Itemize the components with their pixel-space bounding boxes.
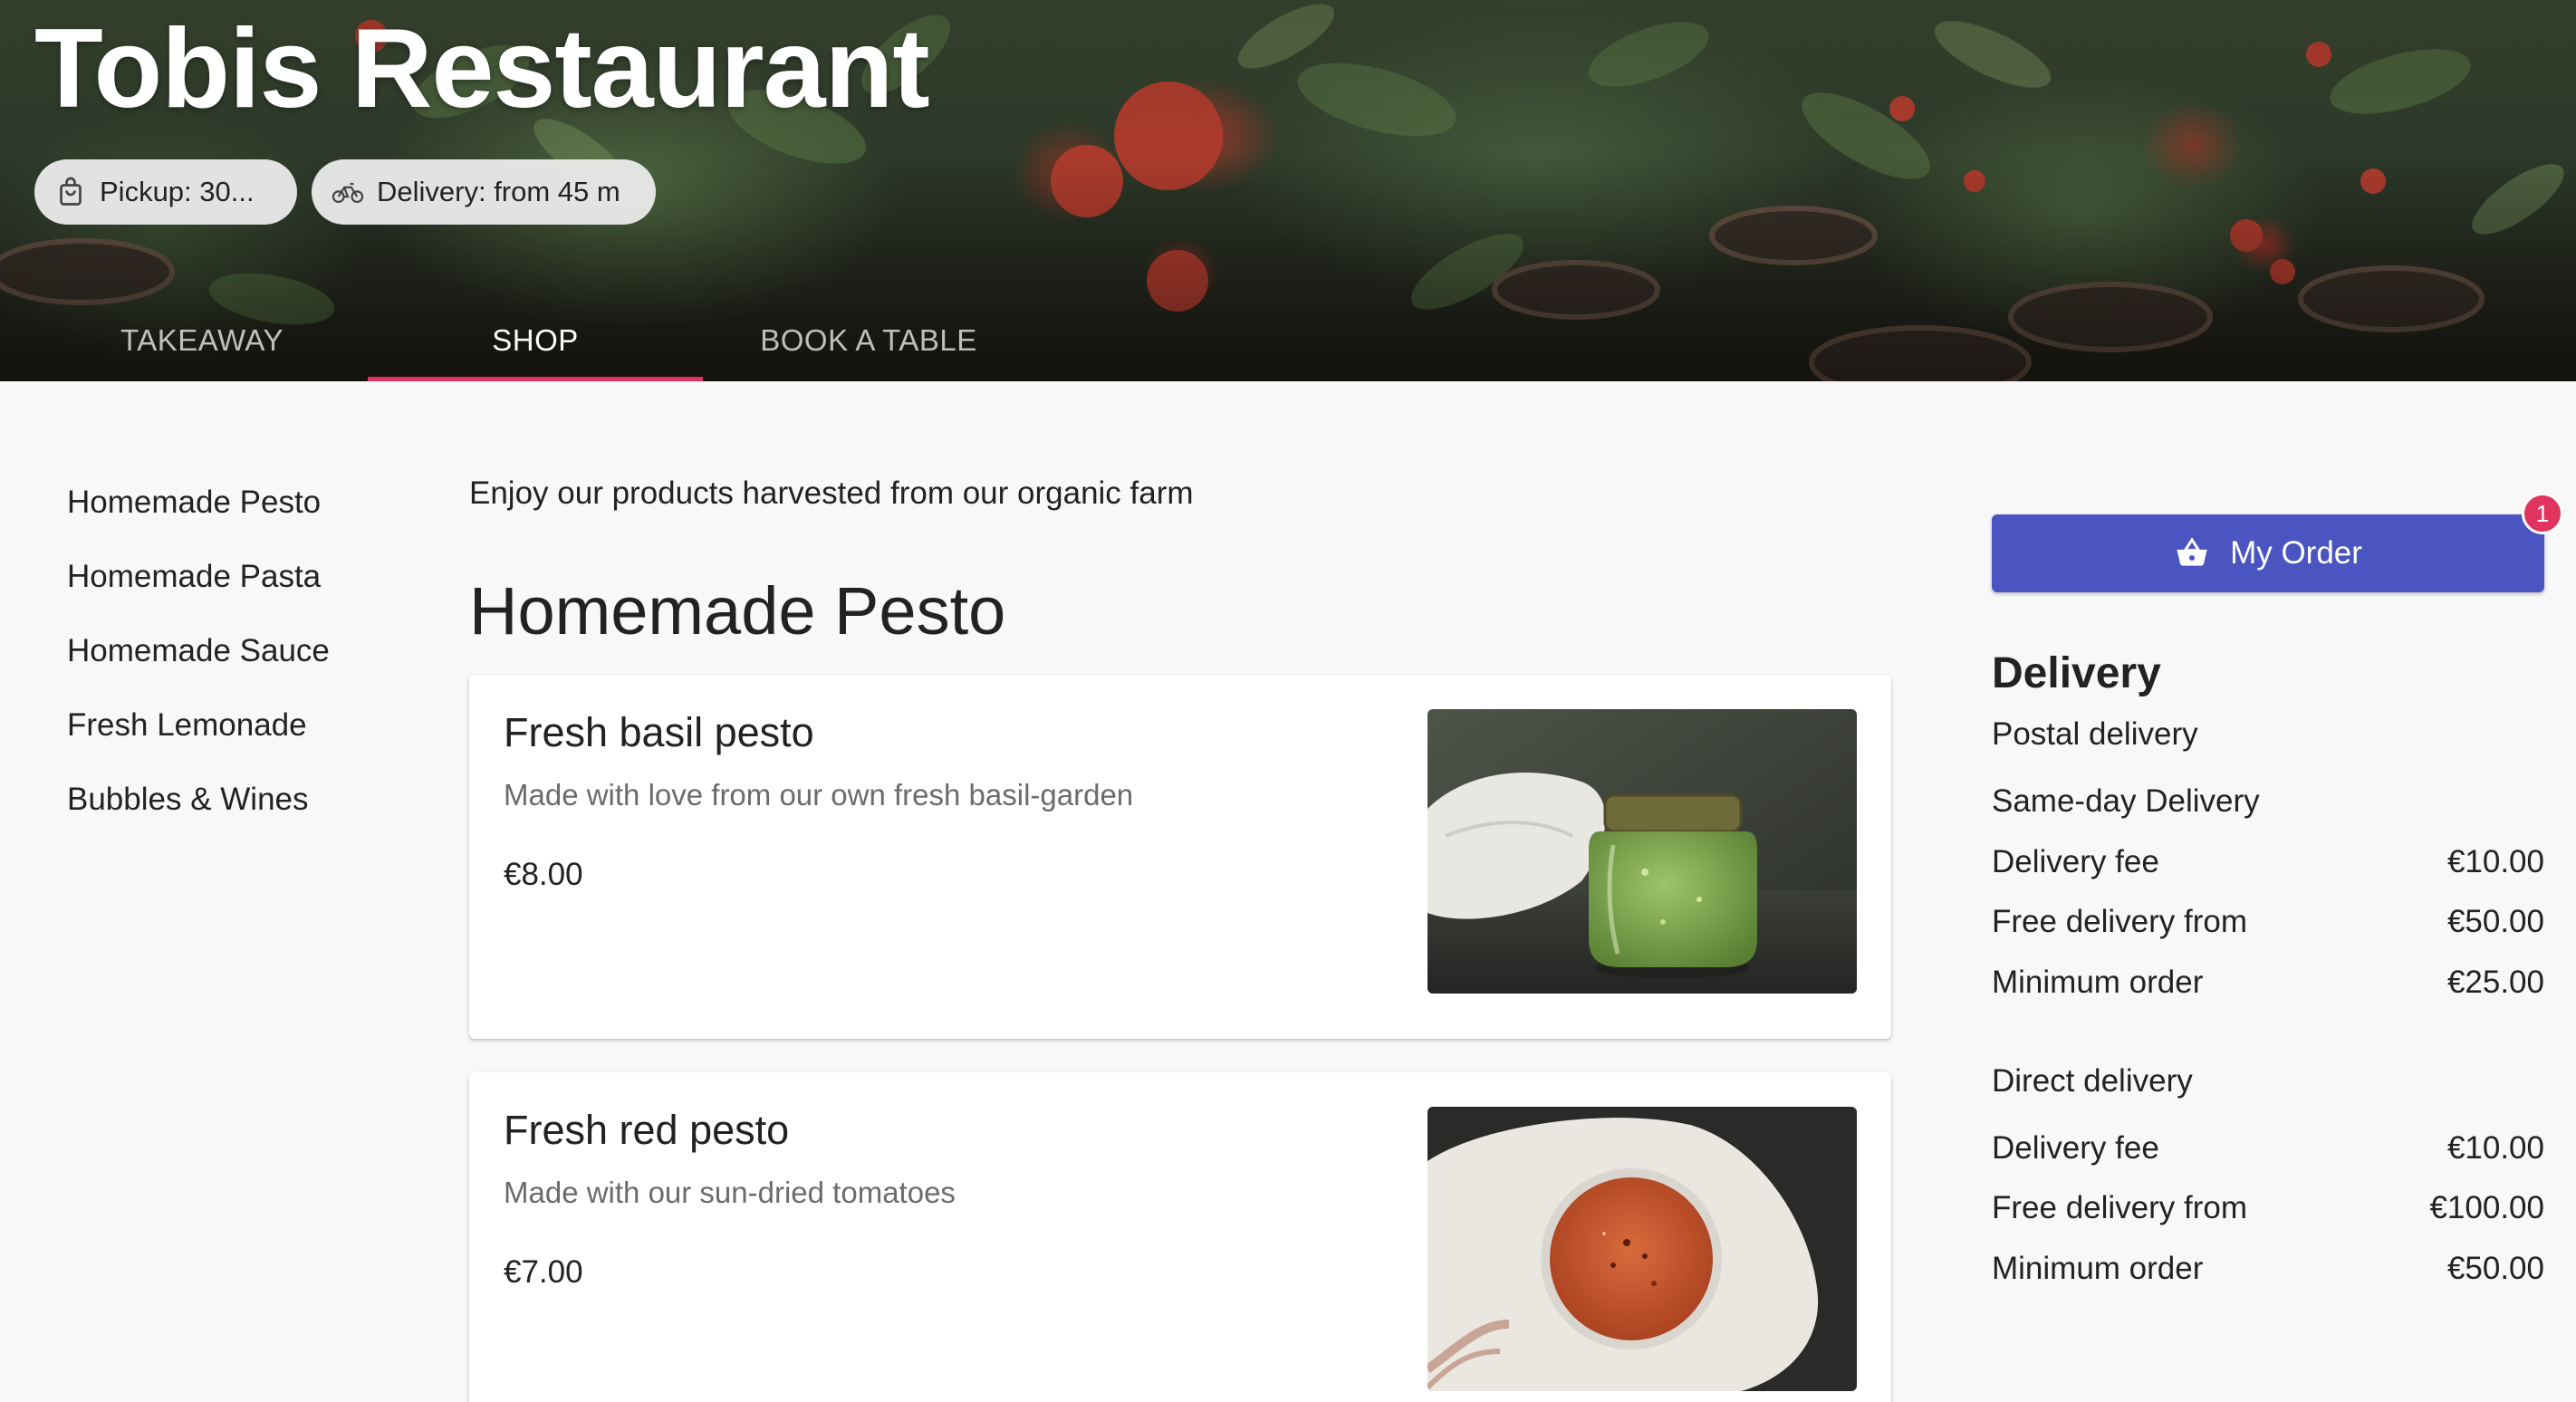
direct-delivery-label: Direct delivery [1992, 1063, 2193, 1099]
row-label: Delivery fee [1992, 1130, 2159, 1166]
category-nav: Homemade Pesto Homemade Pasta Homemade S… [67, 471, 393, 842]
category-bubbles-wines[interactable]: Bubbles & Wines [67, 768, 393, 842]
postal-delivery-label: Postal delivery [1992, 716, 2198, 752]
postal-minimum-order-row: Minimum order €25.00 [1992, 962, 2544, 1003]
active-tab-indicator [368, 377, 703, 381]
category-homemade-pasta[interactable]: Homemade Pasta [67, 545, 393, 619]
main-tabs: TAKEAWAY SHOP BOOK A TABLE [0, 299, 1087, 381]
direct-minimum-order-row: Minimum order €50.00 [1992, 1248, 2544, 1290]
product-card[interactable]: Fresh red pesto Made with our sun-dried … [469, 1072, 1891, 1402]
postal-free-delivery-row: Free delivery from €50.00 [1992, 901, 2544, 943]
product-name: Fresh red pesto [504, 1107, 790, 1153]
basket-icon [2174, 535, 2210, 571]
product-description: Made with our sun-dried tomatoes [504, 1176, 956, 1209]
same-day-delivery: Same-day Delivery [1992, 781, 2544, 822]
delivery-chip[interactable]: Delivery: from 45 m [312, 159, 656, 225]
row-label: Free delivery from [1992, 1190, 2248, 1225]
product-price: €7.00 [504, 1254, 583, 1290]
row-amount: €10.00 [2446, 1130, 2544, 1166]
delivery-label: Delivery: from 45 m [377, 176, 620, 207]
row-amount: €100.00 [2429, 1190, 2544, 1225]
row-amount: €50.00 [2446, 1251, 2544, 1286]
row-amount: €25.00 [2446, 965, 2544, 1000]
tab-book-a-table[interactable]: BOOK A TABLE [701, 299, 1036, 381]
postal-delivery-title: Postal delivery [1992, 714, 2544, 755]
bicycle-icon [332, 176, 364, 208]
pickup-chip[interactable]: Pickup: 30... [34, 159, 297, 225]
tab-takeaway[interactable]: TAKEAWAY [34, 299, 370, 381]
row-label: Free delivery from [1992, 904, 2248, 939]
product-image-green-pesto[interactable] [1427, 709, 1857, 994]
row-label: Delivery fee [1992, 844, 2159, 879]
product-price: €8.00 [504, 857, 583, 892]
pickup-label: Pickup: 30... [100, 176, 255, 207]
row-label: Minimum order [1992, 1251, 2204, 1286]
shop-intro: Enjoy our products harvested from our or… [469, 475, 1194, 511]
hero-banner: Tobis Restaurant Pickup: 30... Delivery: [0, 0, 2576, 381]
category-fresh-lemonade[interactable]: Fresh Lemonade [67, 694, 393, 768]
row-amount: €10.00 [2446, 844, 2544, 879]
product-image-red-pesto[interactable] [1427, 1107, 1857, 1391]
delivery-heading: Delivery [1992, 649, 2161, 697]
product-card[interactable]: Fresh basil pesto Made with love from ou… [469, 675, 1891, 1039]
section-title: Homemade Pesto [469, 573, 1006, 648]
row-amount: €50.00 [2446, 904, 2544, 939]
row-label: Minimum order [1992, 965, 2204, 1000]
shopping-bag-icon [54, 176, 87, 208]
page: Tobis Restaurant Pickup: 30... Delivery: [0, 0, 2576, 1402]
my-order-label: My Order [2230, 535, 2362, 571]
direct-delivery-fee-row: Delivery fee €10.00 [1992, 1128, 2544, 1169]
category-homemade-pesto[interactable]: Homemade Pesto [67, 471, 393, 545]
order-count-badge: 1 [2522, 493, 2563, 534]
restaurant-title: Tobis Restaurant [34, 6, 930, 131]
my-order-button[interactable]: My Order [1992, 514, 2544, 592]
product-name: Fresh basil pesto [504, 709, 814, 755]
direct-free-delivery-row: Free delivery from €100.00 [1992, 1187, 2544, 1229]
direct-delivery-title: Direct delivery [1992, 1061, 2544, 1102]
same-day-delivery-label: Same-day Delivery [1992, 783, 2260, 819]
category-homemade-sauce[interactable]: Homemade Sauce [67, 619, 393, 694]
postal-delivery-fee-row: Delivery fee €10.00 [1992, 841, 2544, 883]
product-description: Made with love from our own fresh basil-… [504, 778, 1134, 811]
tab-shop[interactable]: SHOP [368, 299, 703, 381]
